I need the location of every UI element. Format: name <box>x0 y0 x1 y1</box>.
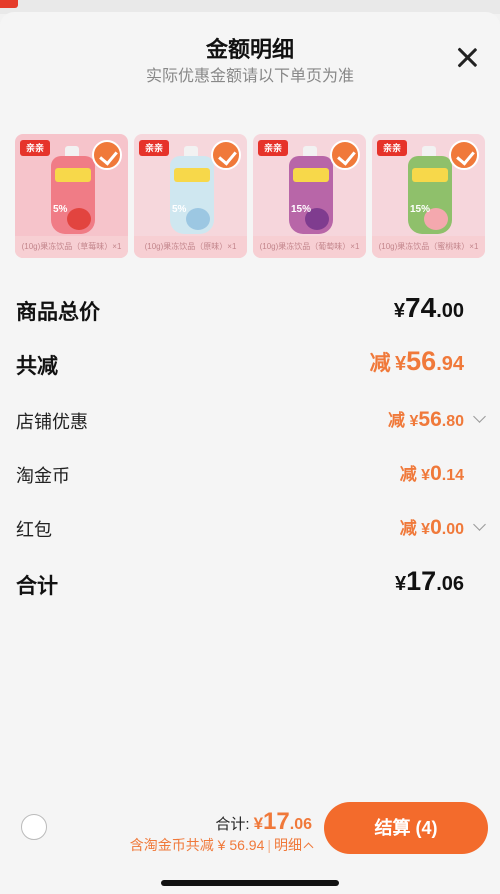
sheet-title: 金额明细 <box>205 37 294 62</box>
product-card[interactable]: 亲亲 5% (10g)果冻饮品（草莓味）×1 <box>15 134 128 258</box>
brand-logo: 亲亲 <box>258 140 288 156</box>
juice-percent: 15% <box>410 204 431 215</box>
subtotal-amount: ¥17.06 <box>395 566 464 596</box>
row-label: 商品总价 <box>16 301 100 324</box>
sheet-header: 金额明细 实际优惠金额请以下单页为准 <box>0 12 500 102</box>
total-currency: ¥ <box>253 814 264 833</box>
selected-check-icon[interactable] <box>211 140 241 170</box>
selected-check-icon[interactable] <box>449 140 479 170</box>
chevron-down-icon[interactable] <box>473 410 486 423</box>
red-packet-row[interactable]: 红包 减 ¥0.00 <box>16 510 486 546</box>
red-packet-amount: 减 ¥0.00 <box>399 516 464 539</box>
pouch-label <box>174 168 210 182</box>
discount-text: 含淘金币共减 ¥ 56.94 <box>129 837 265 853</box>
juice-percent: 5% <box>53 204 68 215</box>
product-caption: (10g)果冻饮品（葡萄味）×1 <box>253 236 366 258</box>
store-discount-row[interactable]: 店铺优惠 减 ¥56.80 <box>16 402 486 438</box>
juice-percent: 15% <box>291 204 312 215</box>
juice-percent: 5% <box>172 204 187 215</box>
separator: | <box>267 837 271 853</box>
pouch-label <box>55 168 91 182</box>
product-card[interactable]: 亲亲 15% (10g)果冻饮品（葡萄味）×1 <box>253 134 366 258</box>
pouch-label <box>412 168 448 182</box>
pouch-label <box>293 168 329 182</box>
total-int: 17 <box>263 808 290 835</box>
goods-total-row: 商品总价 ¥74.00 <box>16 290 486 326</box>
selected-check-icon[interactable] <box>330 140 360 170</box>
amount-detail-sheet: 金额明细 实际优惠金额请以下单页为准 亲亲 5% (10g)果冻饮品（草莓味）×… <box>0 12 500 894</box>
chevron-down-icon[interactable] <box>473 518 486 531</box>
row-label: 店铺优惠 <box>16 412 88 432</box>
checkout-total: 合计: ¥17.06 <box>215 808 312 836</box>
total-reduction-amount: 减 ¥56.94 <box>369 346 464 376</box>
total-dec: .06 <box>289 816 312 833</box>
discount-summary: 含淘金币共减 ¥ 56.94 | 明细 <box>129 835 314 855</box>
product-caption: (10g)果冻饮品（草莓味）×1 <box>15 236 128 258</box>
product-caption: (10g)果冻饮品（蜜桃味）×1 <box>372 236 485 258</box>
store-discount-amount: 减 ¥56.80 <box>388 408 464 431</box>
brand-logo: 亲亲 <box>139 140 169 156</box>
detail-toggle[interactable]: 明细 <box>274 837 314 853</box>
checkout-bar: 合计: ¥17.06 含淘金币共减 ¥ 56.94 | 明细 结算 (4) <box>0 782 500 894</box>
total-label: 合计: <box>215 816 250 833</box>
taobao-coins-row: 淘金币 减 ¥0.14 <box>16 456 486 492</box>
fruit-graphic <box>186 208 210 230</box>
total-reduction-row: 共减 减 ¥56.94 <box>16 344 486 380</box>
select-all-radio[interactable] <box>21 814 47 840</box>
brand-logo: 亲亲 <box>377 140 407 156</box>
checkout-button[interactable]: 结算 (4) <box>324 802 488 854</box>
close-icon[interactable] <box>456 46 478 68</box>
selected-check-icon[interactable] <box>92 140 122 170</box>
product-card[interactable]: 亲亲 5% (10g)果冻饮品（原味）×1 <box>134 134 247 258</box>
brand-logo: 亲亲 <box>20 140 50 156</box>
product-card[interactable]: 亲亲 15% (10g)果冻饮品（蜜桃味）×1 <box>372 134 485 258</box>
row-label: 共减 <box>16 355 58 378</box>
subtotal-row: 合计 ¥17.06 <box>16 564 486 600</box>
row-label: 合计 <box>16 575 58 598</box>
app-badge <box>0 0 18 8</box>
detail-label: 明细 <box>274 837 302 853</box>
home-indicator <box>161 880 339 886</box>
goods-total-amount: ¥74.00 <box>393 292 464 323</box>
product-caption: (10g)果冻饮品（原味）×1 <box>134 236 247 258</box>
chevron-up-icon <box>303 842 314 853</box>
row-label: 淘金币 <box>16 466 70 486</box>
fruit-graphic <box>67 208 91 230</box>
product-thumbnails: 亲亲 5% (10g)果冻饮品（草莓味）×1 亲亲 5% (10g)果冻饮品（原… <box>15 134 485 258</box>
sheet-subtitle: 实际优惠金额请以下单页为准 <box>145 68 354 85</box>
taobao-coins-amount: 减 ¥0.14 <box>399 462 464 485</box>
row-label: 红包 <box>16 520 52 540</box>
